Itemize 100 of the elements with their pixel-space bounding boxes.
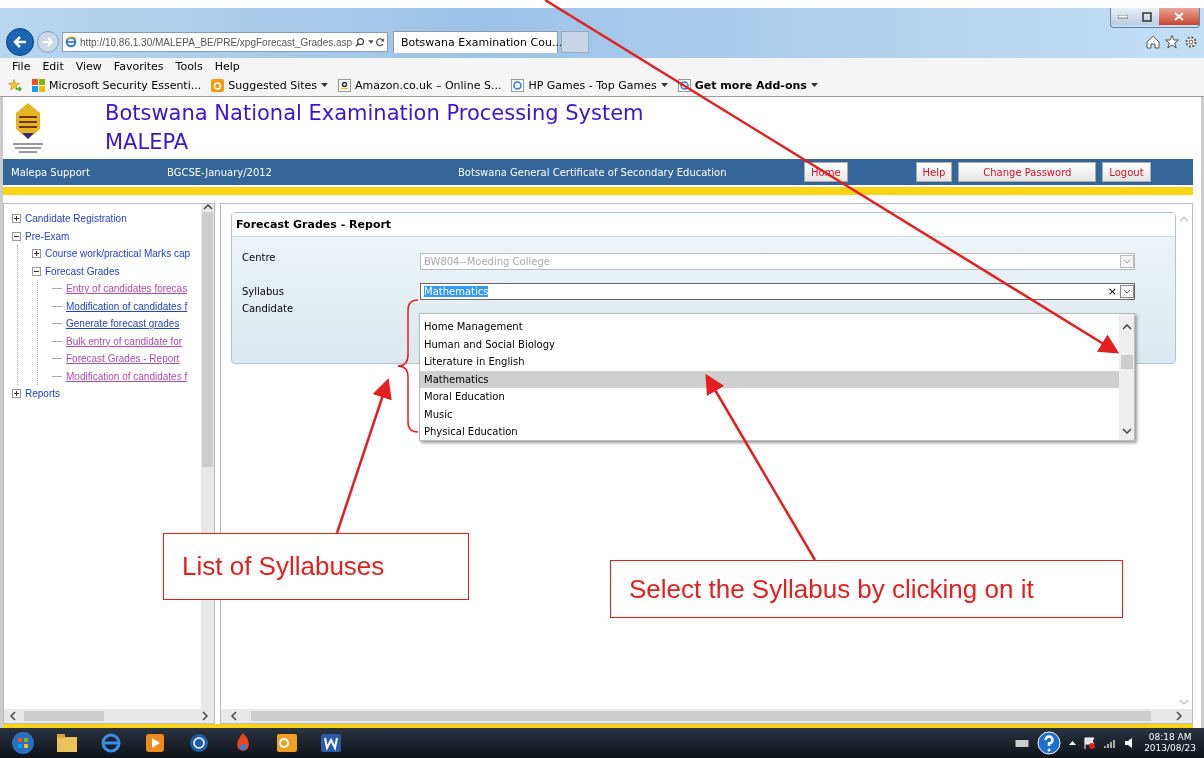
up-chevron-icon[interactable]: [202, 204, 213, 210]
dropdown-option[interactable]: Literature in English: [420, 353, 1119, 371]
menu-item[interactable]: Tools: [169, 59, 209, 73]
scrollbar-thumb[interactable]: [202, 212, 213, 467]
tree-link[interactable]: Modification of candidates f: [66, 370, 188, 382]
tree-item[interactable]: Reports: [25, 388, 60, 400]
session-label: BGCSE-January/2012: [167, 166, 273, 178]
caret-icon[interactable]: [810, 83, 818, 87]
tree-link[interactable]: Entry of candidates forecas: [66, 283, 188, 295]
right-chevron-icon[interactable]: [1176, 711, 1182, 721]
centre-dropdown: BW804--Moeding College: [420, 253, 1135, 270]
keyboard-icon[interactable]: [1015, 738, 1030, 748]
nav-button[interactable]: Change Password: [958, 162, 1097, 182]
menu-item[interactable]: Favorites: [107, 59, 170, 73]
help-icon[interactable]: [1037, 731, 1062, 755]
forward-arrow-icon: [42, 37, 54, 47]
menu-item[interactable]: File: [6, 59, 37, 73]
windows-logo-icon: [32, 78, 45, 92]
menu-item[interactable]: Edit: [36, 59, 70, 73]
flag-icon[interactable]: [1084, 737, 1097, 749]
close-icon: [1174, 12, 1184, 21]
scrollbar-thumb[interactable]: [251, 711, 1151, 721]
annotation-callout: List of Syllabuses: [163, 533, 469, 600]
url-text: http://10.86.1.30/MALEPA_BE/PRE/xpgForecast_Grades.asp: [79, 36, 353, 48]
field-label: Syllabus: [242, 286, 285, 297]
dropdown-option[interactable]: Physical Education: [420, 423, 1119, 441]
media-player-icon[interactable]: [143, 731, 167, 755]
qualification-label: Botswana General Certificate of Secondary Education: [458, 166, 728, 178]
restore-button[interactable]: [1135, 8, 1159, 25]
nav-button[interactable]: Logout: [1102, 162, 1151, 182]
app-title: Botswana National Examination Processing System: [105, 100, 644, 127]
dropdown-option[interactable]: Music: [420, 405, 1119, 423]
collapse-icon[interactable]: [32, 266, 41, 276]
scrollbar-thumb[interactable]: [24, 711, 104, 721]
app-subtitle: MALEPA: [105, 129, 190, 156]
favorite-link[interactable]: Suggested Sites: [228, 78, 318, 92]
favorite-link[interactable]: Microsoft Security Essenti...: [49, 78, 202, 92]
menu-item[interactable]: View: [69, 59, 108, 73]
annotation-callout: Select the Syllabus by clicking on it: [610, 560, 1123, 618]
browser-logo-icon: [65, 35, 77, 49]
tree-item[interactable]: Course work/practical Marks cap: [45, 248, 191, 260]
tree-item[interactable]: Forecast Grades: [45, 265, 120, 277]
up-caret-icon[interactable]: [1069, 741, 1077, 745]
form-title: Forecast Grades - Report: [232, 213, 1175, 237]
favorites-star-icon[interactable]: [8, 78, 22, 92]
browser-logo-icon[interactable]: [99, 731, 123, 755]
dropdown-option[interactable]: Mathematics: [420, 370, 1119, 388]
caret-icon[interactable]: [321, 83, 329, 87]
tree-link[interactable]: Forecast Grades - Report: [66, 353, 180, 365]
field-label: Centre: [242, 252, 277, 263]
home-icon[interactable]: [1146, 35, 1160, 49]
menu-item[interactable]: Help: [208, 59, 246, 73]
tree-item[interactable]: Pre-Exam: [25, 230, 70, 242]
close-button[interactable]: [1159, 8, 1199, 25]
dropdown-option[interactable]: Moral Education: [420, 388, 1119, 406]
address-bar[interactable]: http://10.86.1.30/MALEPA_BE/PRE/xpgForecast_Grades.asp: [62, 32, 388, 52]
tree-link[interactable]: Generate forecast grades: [66, 318, 180, 330]
support-label: Malepa Support: [11, 166, 91, 178]
back-button[interactable]: [6, 28, 34, 56]
expand-icon[interactable]: [32, 249, 41, 259]
clock-date[interactable]: 2013/08/23: [1144, 743, 1196, 754]
tree-item[interactable]: Candidate Registration: [25, 213, 127, 225]
left-chevron-icon[interactable]: [231, 711, 237, 721]
syllabus-dropdown[interactable]: Mathematics ×: [420, 283, 1135, 300]
right-chevron-icon[interactable]: [202, 711, 208, 721]
dropdown-option[interactable]: Human and Social Biology: [420, 335, 1119, 353]
down-chevron-icon[interactable]: [1121, 428, 1132, 434]
scrollbar[interactable]: [4, 709, 214, 723]
tree-link[interactable]: Bulk entry of candidate for: [66, 335, 183, 347]
nav-button[interactable]: Help: [915, 162, 953, 182]
word-logo-icon[interactable]: [319, 731, 343, 755]
favorite-link[interactable]: Get more Add-ons: [694, 78, 807, 92]
star-icon[interactable]: [1165, 35, 1179, 49]
signal-icon[interactable]: [1104, 738, 1117, 748]
scrollbar[interactable]: [221, 709, 1192, 723]
dropdown-option[interactable]: Home Management: [420, 318, 1119, 336]
expand-icon[interactable]: [12, 389, 21, 399]
settings-icon[interactable]: [1184, 35, 1198, 49]
clear-button[interactable]: ×: [1107, 285, 1117, 298]
field-label: Candidate: [242, 303, 295, 314]
tree-link[interactable]: Modification of candidates f: [66, 300, 188, 312]
favorite-link[interactable]: HP Games - Top Games: [528, 78, 657, 92]
scrollbar-thumb[interactable]: [1120, 355, 1133, 369]
clock-time[interactable]: 08:18 AM: [1144, 732, 1196, 743]
minimize-icon: [1118, 14, 1128, 19]
restore-icon: [1142, 11, 1152, 22]
favorite-link[interactable]: Amazon.co.uk – Online S...: [355, 78, 502, 92]
refresh-icon[interactable]: [376, 37, 385, 47]
back-arrow-icon: [13, 36, 27, 48]
caret-icon[interactable]: [660, 83, 668, 87]
caret-icon[interactable]: [367, 40, 374, 44]
left-chevron-icon[interactable]: [10, 711, 16, 721]
expand-icon[interactable]: [12, 214, 21, 224]
scrollbar[interactable]: [1119, 314, 1134, 440]
collapse-icon[interactable]: [12, 231, 21, 241]
folder-icon[interactable]: [55, 731, 79, 755]
up-chevron-icon[interactable]: [1121, 324, 1132, 330]
search-icon[interactable]: [355, 36, 365, 48]
browser-logo-icon: [511, 78, 525, 92]
start-button-icon[interactable]: [11, 731, 35, 755]
